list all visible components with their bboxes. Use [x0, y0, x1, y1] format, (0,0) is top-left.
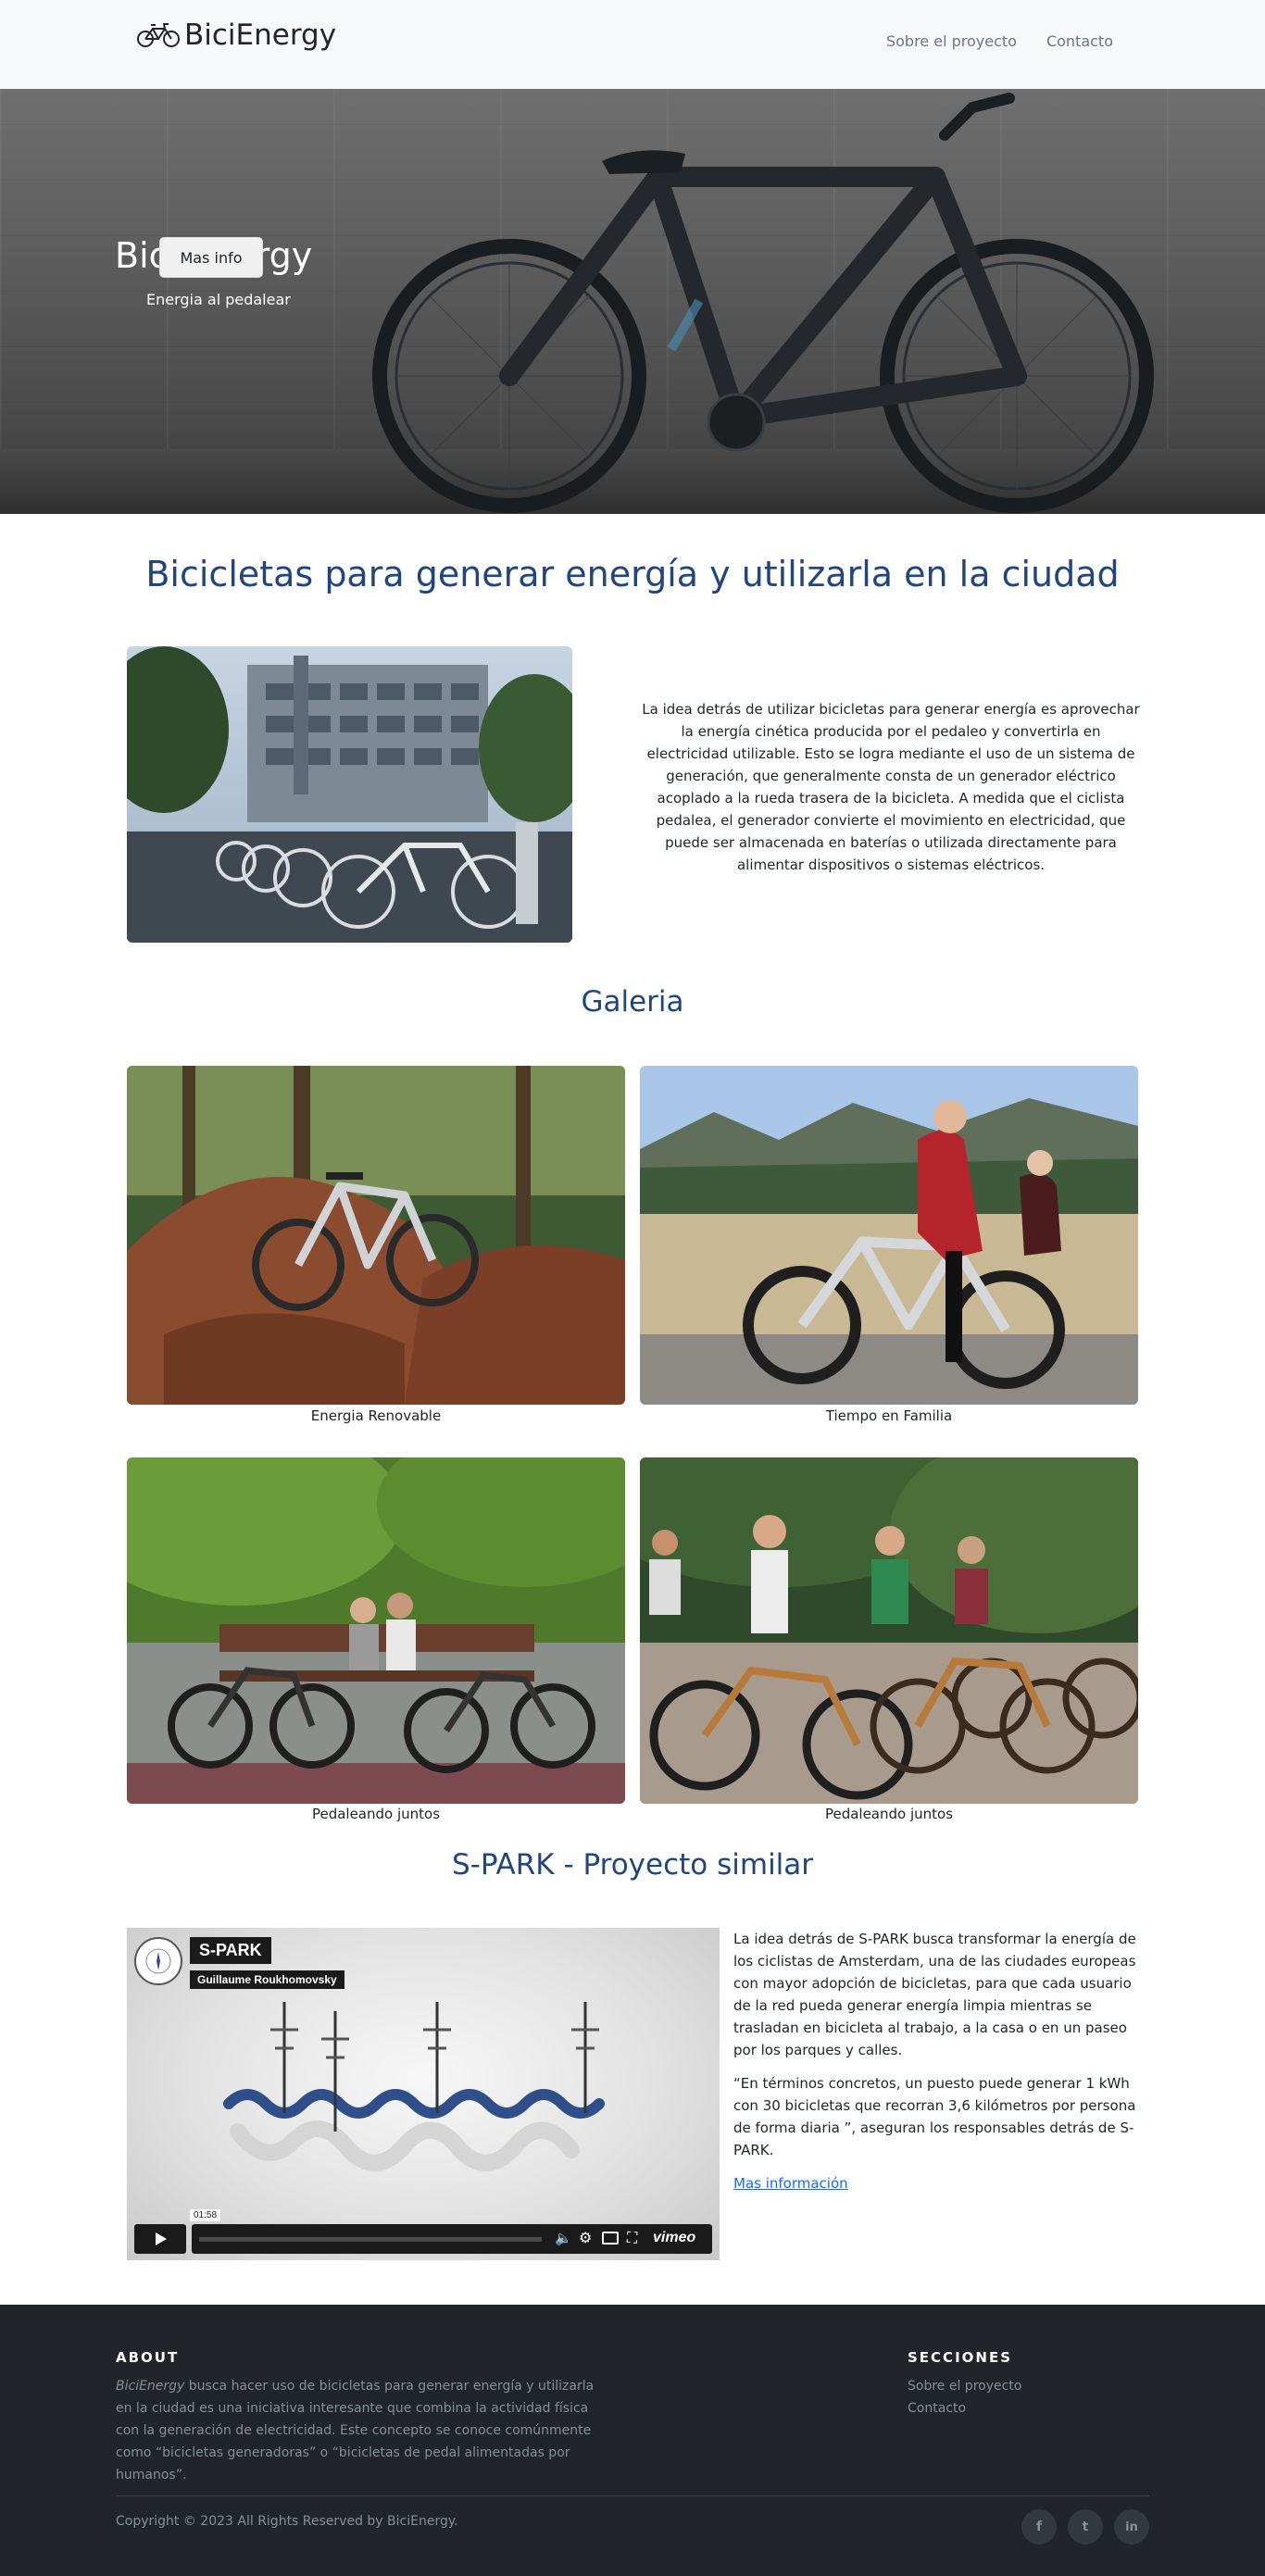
footer-section-links: Sobre el proyecto Contacto [908, 2375, 1021, 2420]
video-progress-track[interactable] [199, 2237, 542, 2242]
video-control-bar: 🔈 ⚙ ⛶ vimeo [134, 2224, 712, 2254]
gallery-image-renewable [127, 1066, 625, 1405]
video-controls: 🔈 ⚙ ⛶ vimeo [192, 2224, 712, 2254]
facebook-icon[interactable]: f [1021, 2509, 1057, 2545]
spark-paragraph-1: La idea detrás de S-PARK busca transform… [733, 1931, 1136, 2058]
spark-description: La idea detrás de S-PARK busca transform… [733, 1928, 1141, 2206]
gallery-image-bench [127, 1457, 625, 1804]
spark-paragraph-2: “En términos concretos, un puesto puede … [733, 2075, 1136, 2158]
gallery-caption-1: Energia Renovable [310, 1407, 442, 1424]
gallery-caption-4: Pedaleando juntos [824, 1806, 954, 1822]
nav-link-about[interactable]: Sobre el proyecto [886, 32, 1017, 50]
nav-link-contact[interactable]: Contacto [1046, 32, 1113, 50]
footer-link-about[interactable]: Sobre el proyecto [908, 2375, 1021, 2397]
footer-about-body: busca hacer uso de bicicletas para gener… [116, 2379, 595, 2482]
gallery-caption-3: Pedaleando juntos [311, 1806, 441, 1822]
pip-icon[interactable] [602, 2232, 619, 2245]
footer-sections-heading: SECCIONES [908, 2349, 1013, 2366]
intro-paragraph: La idea detrás de utilizar bicicletas pa… [642, 701, 1140, 873]
nav-links: Sobre el proyecto Contacto [886, 32, 1113, 50]
hero-bicycle-image [372, 93, 1154, 513]
footer-link-contact[interactable]: Contacto [908, 2397, 1021, 2420]
gallery-image-group [640, 1457, 1138, 1804]
footer-divider [116, 2495, 1149, 2496]
more-info-link[interactable]: Mas información [733, 2175, 848, 2192]
spark-heading: S-PARK - Proyecto similar [451, 1848, 814, 1882]
gallery-heading: Galeria [581, 985, 684, 1019]
compass-icon [145, 1948, 171, 1974]
navbar: BiciEnergy Sobre el proyecto Contacto [0, 0, 1265, 89]
video-player[interactable]: S-PARK Guillaume Roukhomovsky 🔈 ⚙ ⛶ vime… [127, 1928, 720, 2260]
play-icon [156, 2232, 167, 2245]
settings-icon[interactable]: ⚙ [579, 2229, 592, 2246]
video-timestamp: 01:58 [190, 2209, 221, 2221]
hero-subtitle: Energia al pedalear [146, 291, 291, 308]
page: BiciEnergy Sobre el proyecto Contacto Bi… [0, 0, 1265, 2576]
linkedin-icon[interactable]: in [1114, 2509, 1149, 2545]
brand-link[interactable]: BiciEnergy [136, 19, 336, 52]
footer-about-brand: BiciEnergy [116, 2379, 185, 2394]
more-info-button[interactable]: Mas info [159, 237, 263, 278]
play-button[interactable] [134, 2224, 186, 2254]
bike-station-image [127, 646, 572, 943]
twitter-icon[interactable]: t [1068, 2509, 1103, 2545]
footer-about-text: BiciEnergy busca hacer uso de bicicletas… [116, 2375, 607, 2486]
page-heading: Bicicletas para generar energía y utiliz… [145, 554, 1120, 594]
footer-about-heading: ABOUT [116, 2349, 180, 2366]
vimeo-logo[interactable]: vimeo [653, 2230, 695, 2246]
video-author[interactable]: Guillaume Roukhomovsky [190, 1970, 344, 1989]
volume-icon[interactable]: 🔈 [555, 2230, 572, 2246]
hero-banner: Bici Energy Energia al pedalear [0, 89, 1265, 514]
brand-name: BiciEnergy [184, 19, 337, 52]
footer-copyright: Copyright © 2023 All Rights Reserved by … [116, 2514, 458, 2529]
video-title[interactable]: S-PARK [190, 1937, 271, 1964]
bicycle-icon [137, 23, 180, 47]
channel-avatar[interactable] [134, 1937, 182, 1985]
fullscreen-icon[interactable]: ⛶ [627, 2229, 637, 2247]
gallery-image-family [640, 1066, 1138, 1405]
gallery-caption-2: Tiempo en Familia [825, 1407, 953, 1424]
